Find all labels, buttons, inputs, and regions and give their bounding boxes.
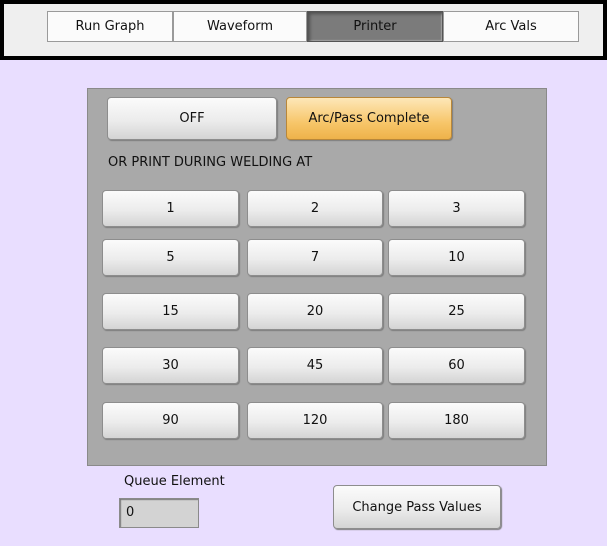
interval-button-15[interactable]: 15 xyxy=(102,293,239,330)
interval-button-1[interactable]: 1 xyxy=(102,190,239,227)
interval-button-5[interactable]: 5 xyxy=(102,239,239,276)
change-pass-values-button[interactable]: Change Pass Values xyxy=(333,485,501,529)
off-button[interactable]: OFF xyxy=(107,97,277,140)
interval-button-7[interactable]: 7 xyxy=(247,239,383,276)
interval-button-20[interactable]: 20 xyxy=(247,293,383,330)
interval-button-2[interactable]: 2 xyxy=(247,190,383,227)
interval-button-90[interactable]: 90 xyxy=(102,402,239,439)
interval-button-30[interactable]: 30 xyxy=(102,347,239,384)
tab-run-graph[interactable]: Run Graph xyxy=(47,11,173,42)
print-interval-heading: OR PRINT DURING WELDING AT xyxy=(108,155,313,170)
interval-button-60[interactable]: 60 xyxy=(388,347,525,384)
queue-element-label: Queue Element xyxy=(124,474,225,489)
arc-pass-complete-button[interactable]: Arc/Pass Complete xyxy=(286,97,452,140)
printer-page: OFF Arc/Pass Complete OR PRINT DURING WE… xyxy=(0,60,607,546)
print-options-panel: OFF Arc/Pass Complete OR PRINT DURING WE… xyxy=(87,88,547,466)
interval-button-3[interactable]: 3 xyxy=(388,190,525,227)
tab-waveform[interactable]: Waveform xyxy=(173,11,307,42)
interval-button-120[interactable]: 120 xyxy=(247,402,383,439)
interval-button-180[interactable]: 180 xyxy=(388,402,525,439)
interval-button-45[interactable]: 45 xyxy=(247,347,383,384)
interval-button-10[interactable]: 10 xyxy=(388,239,525,276)
tab-bar: Run Graph Waveform Printer Arc Vals xyxy=(0,0,607,61)
queue-element-field: 0 xyxy=(119,498,199,528)
tab-arc-vals[interactable]: Arc Vals xyxy=(443,11,579,42)
interval-button-25[interactable]: 25 xyxy=(388,293,525,330)
tab-printer[interactable]: Printer xyxy=(307,11,443,42)
